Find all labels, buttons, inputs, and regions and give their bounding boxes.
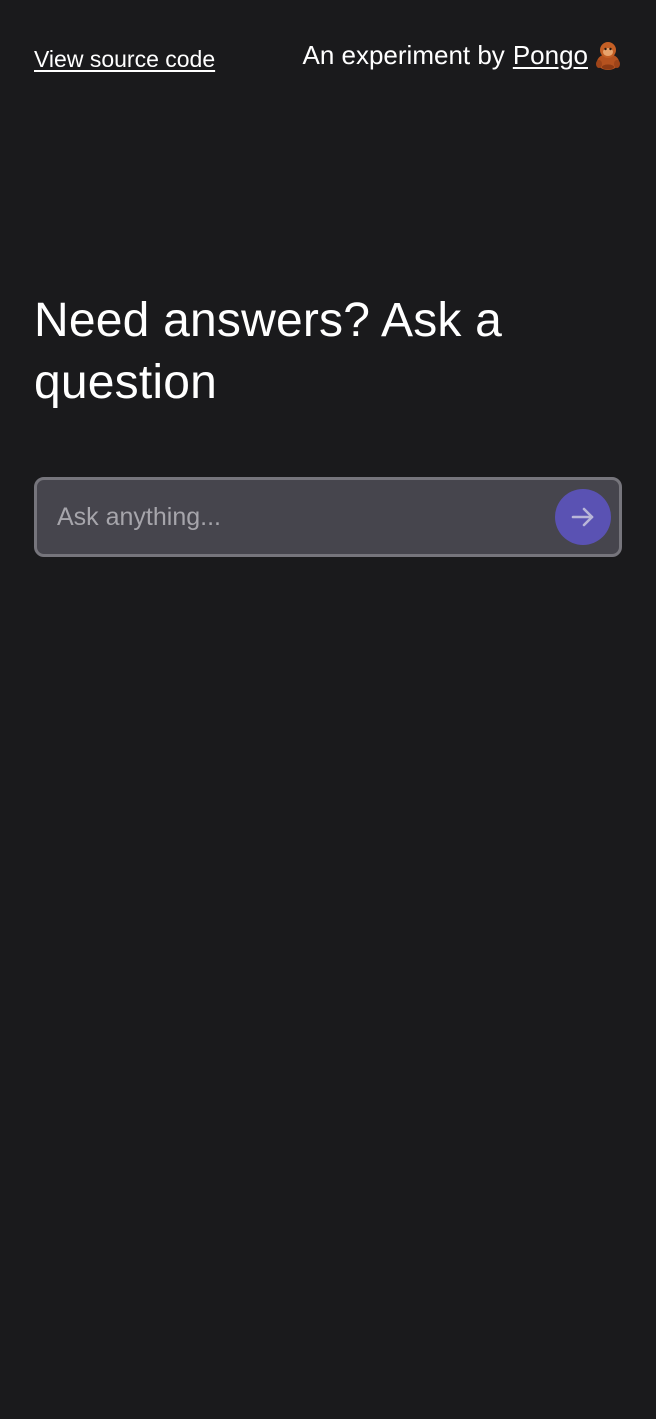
search-input[interactable] xyxy=(37,480,555,554)
page: View source code An experiment by Pongo xyxy=(0,0,656,1419)
arrow-right-icon xyxy=(571,507,594,527)
author-link[interactable]: Pongo xyxy=(513,40,622,71)
search-box xyxy=(34,477,622,557)
author-link-label: Pongo xyxy=(512,39,588,70)
byline-prefix: An experiment by xyxy=(302,39,505,70)
orangutan-icon xyxy=(594,40,622,70)
top-bar: View source code An experiment by Pongo xyxy=(34,38,622,78)
view-source-link[interactable]: View source code xyxy=(34,46,215,73)
submit-button[interactable] xyxy=(555,489,611,545)
page-title: Need answers? Ask a question xyxy=(34,294,503,409)
byline: An experiment by Pongo xyxy=(302,40,622,71)
